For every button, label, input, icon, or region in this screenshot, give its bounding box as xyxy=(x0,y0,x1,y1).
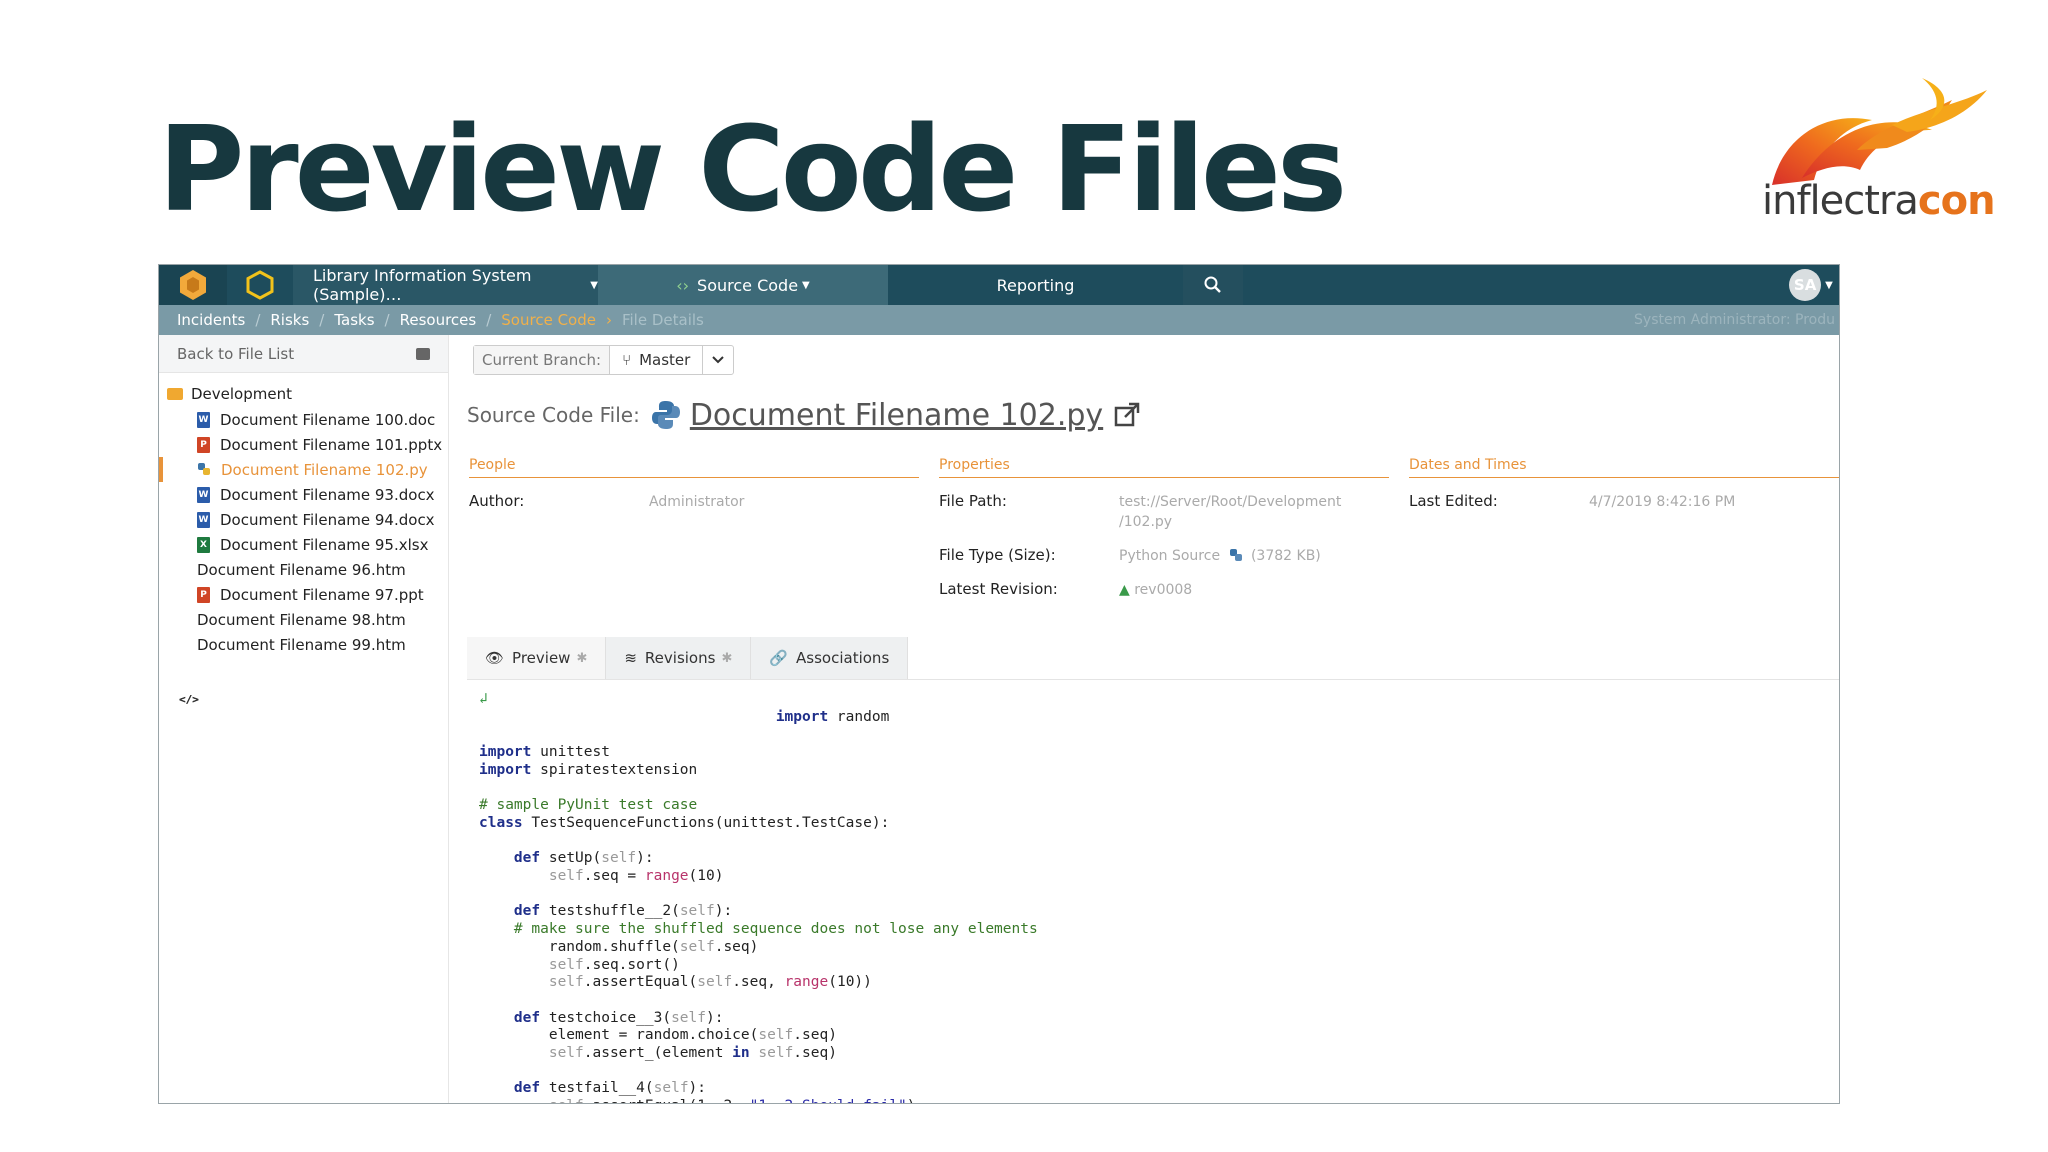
author-label: Author: xyxy=(469,492,525,510)
properties-panel: Properties File Path: test://Server/Root… xyxy=(939,457,1389,598)
list-item[interactable]: </> Document Filename 99.htm xyxy=(159,632,448,707)
properties-heading: Properties xyxy=(939,457,1389,478)
list-item[interactable]: </> Document Filename 96.htm xyxy=(159,557,448,707)
list-item[interactable]: P Document Filename 101.pptx xyxy=(159,432,448,457)
project-selector[interactable]: Library Information System (Sample)… ▼ xyxy=(293,265,598,305)
list-item-selected[interactable]: Document Filename 102.py xyxy=(159,457,448,482)
avatar: SA xyxy=(1789,269,1822,301)
folder-development[interactable]: Development xyxy=(159,381,448,407)
main-content: Current Branch: ⑂ Master Source Code File… xyxy=(459,335,1839,1103)
python-file-icon xyxy=(197,462,211,478)
top-navigation-bar: Library Information System (Sample)… ▼ ‹›… xyxy=(159,265,1839,305)
folder-label: Development xyxy=(191,385,292,403)
branch-value: ⑂ Master xyxy=(610,346,704,374)
app-window: Library Information System (Sample)… ▼ ‹›… xyxy=(158,264,1840,1104)
logo-text-accent: con xyxy=(1917,178,1996,224)
nav-incidents[interactable]: Incidents xyxy=(177,311,245,329)
caret-down-icon: ▼ xyxy=(590,279,598,291)
source-code-label: Source Code xyxy=(697,275,799,295)
tab-preview[interactable]: 👁 Preview ✱ xyxy=(467,637,607,679)
excel-file-icon: X xyxy=(197,536,210,553)
flame-icon xyxy=(1772,78,1987,185)
search-button[interactable] xyxy=(1183,265,1243,305)
back-label: Back to File List xyxy=(177,344,295,363)
powerpoint-file-icon: P xyxy=(197,436,210,453)
author-value: Administrator xyxy=(649,494,745,510)
file-header: Source Code File: Document Filename 102.… xyxy=(467,393,1141,437)
layers-icon: ≋ xyxy=(624,649,637,667)
project-name: Library Information System (Sample)… xyxy=(313,266,532,304)
detail-tabs: 👁 Preview ✱ ≋ Revisions ✱ 🔗 Associations xyxy=(467,637,909,679)
tab-associations[interactable]: 🔗 Associations xyxy=(751,637,909,679)
logo-text-main: inflectra xyxy=(1762,178,1919,224)
python-icon xyxy=(1229,549,1242,561)
last-edited-label: Last Edited: xyxy=(1409,492,1498,510)
external-link-icon[interactable] xyxy=(1113,401,1141,429)
collapse-icon[interactable] xyxy=(416,347,430,360)
spira-logo-button[interactable] xyxy=(159,265,227,305)
caret-down-icon: ▼ xyxy=(802,279,810,291)
slide-title: Preview Code Files xyxy=(158,100,1347,238)
caret-down-icon: ▼ xyxy=(1825,279,1833,291)
html-file-icon: </> xyxy=(179,693,199,706)
revision-label: Latest Revision: xyxy=(939,580,1058,598)
reporting-label: Reporting xyxy=(996,275,1075,295)
spira-logo-icon xyxy=(180,270,206,300)
branch-selector[interactable]: Current Branch: ⑂ Master xyxy=(473,345,735,375)
search-icon xyxy=(1204,276,1221,293)
hexagon-icon xyxy=(246,270,274,300)
source-code-menu[interactable]: ‹› Source Code ▼ xyxy=(598,265,888,305)
nav-risks[interactable]: Risks xyxy=(270,311,309,329)
nav-resources[interactable]: Resources xyxy=(400,311,477,329)
list-item[interactable]: W Document Filename 100.doc xyxy=(159,407,448,432)
eye-icon: 👁 xyxy=(485,649,505,667)
file-type-value: Python Source (3782 KB) xyxy=(1119,548,1321,564)
file-type-label: File Type (Size): xyxy=(939,546,1056,564)
list-item[interactable]: W Document Filename 93.docx xyxy=(159,482,448,507)
revision-link[interactable]: rev0008 xyxy=(1134,582,1192,598)
branch-label: Current Branch: xyxy=(474,346,611,374)
user-menu[interactable]: SA ▼ xyxy=(1783,265,1839,305)
reporting-menu[interactable]: Reporting xyxy=(888,265,1183,305)
file-name-link[interactable]: Document Filename 102.py xyxy=(690,398,1103,433)
nav-source-code[interactable]: Source Code xyxy=(501,311,596,329)
list-item[interactable]: W Document Filename 94.docx xyxy=(159,507,448,532)
file-path-label: File Path: xyxy=(939,492,1007,510)
tab-revisions[interactable]: ≋ Revisions ✱ xyxy=(606,637,752,679)
code-preview: ↲ import random import unittest import s… xyxy=(479,691,1038,1103)
dates-panel: Dates and Times Last Edited: 4/7/2019 8:… xyxy=(1409,457,1839,587)
people-heading: People xyxy=(469,457,919,478)
powerpoint-file-icon: P xyxy=(197,586,210,603)
word-file-icon: W xyxy=(197,486,210,503)
list-item[interactable]: X Document Filename 95.xlsx xyxy=(159,532,448,557)
nav-file-details: File Details xyxy=(621,311,704,329)
dates-heading: Dates and Times xyxy=(1409,457,1839,478)
file-sidebar: Back to File List Development W Document … xyxy=(159,335,449,1103)
file-label: Source Code File: xyxy=(467,403,640,427)
list-item[interactable]: </> Document Filename 98.htm xyxy=(159,607,448,707)
file-list: W Document Filename 100.doc P Document Fil… xyxy=(159,407,448,707)
link-icon: 🔗 xyxy=(769,649,789,667)
word-file-icon: W xyxy=(197,411,210,428)
code-icon: ‹› xyxy=(676,275,690,295)
python-icon xyxy=(651,401,680,429)
revision-icon: ▲ xyxy=(1119,582,1130,598)
chevron-down-icon[interactable] xyxy=(703,346,733,374)
git-branch-icon: ⑂ xyxy=(622,351,632,369)
chevron-right-icon: › xyxy=(605,311,612,329)
user-role-label: System Administrator: Produ xyxy=(1634,312,1835,328)
nav-tasks[interactable]: Tasks xyxy=(334,311,374,329)
workspace-button[interactable] xyxy=(227,265,293,305)
file-path-value: test://Server/Root/Development/102.py xyxy=(1119,494,1342,530)
inflectracon-logo: inflectracon xyxy=(1762,70,2012,230)
word-file-icon: W xyxy=(197,511,210,528)
back-to-file-list[interactable]: Back to File List xyxy=(159,335,448,373)
people-panel: People Author: Administrator xyxy=(469,457,919,587)
list-item[interactable]: P Document Filename 97.ppt xyxy=(159,582,448,607)
last-edited-value: 4/7/2019 8:42:16 PM xyxy=(1589,494,1736,510)
folder-icon xyxy=(167,388,183,400)
breadcrumb: Incidents / Risks / Tasks / Resources / Sour… xyxy=(159,305,1839,335)
